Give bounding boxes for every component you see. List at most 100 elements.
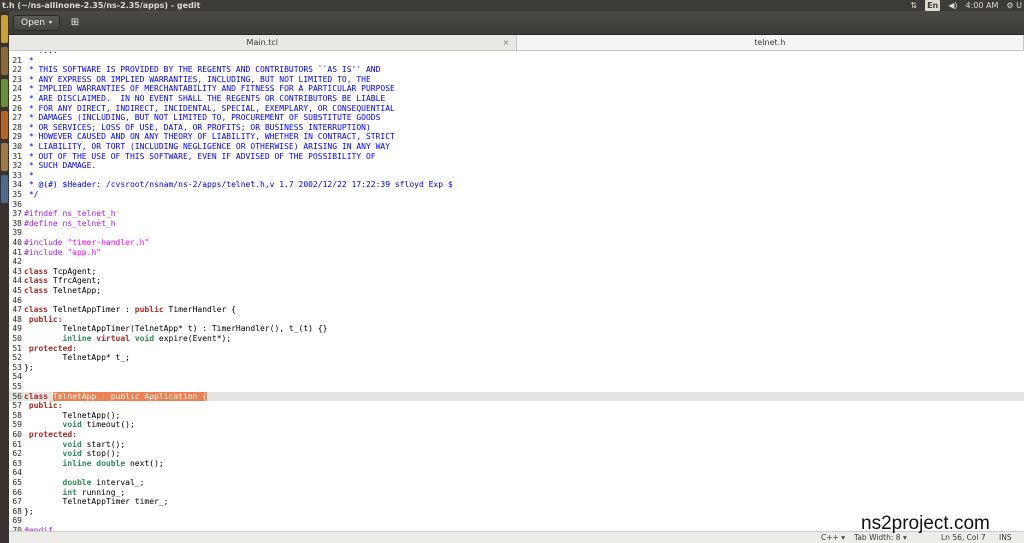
code-line[interactable]: 48 public: [9,315,1024,325]
code-line[interactable]: 44 class TfrcAgent; [9,276,1024,286]
code-token: interval_; [91,478,145,487]
code-token: * LIABILITY, OR TORT (INCLUDING NEGLIGEN… [24,142,391,151]
line-number: 60 [12,430,22,439]
code-token: * @(#) $Header: /cvsroot/nsnam/ns-2/apps… [24,180,453,190]
code-line[interactable]: 26 * FOR ANY DIRECT, INDIRECT, INCIDENTA… [9,104,1024,114]
line-code: public: [24,315,63,324]
code-line[interactable]: 57 public: [9,401,1024,411]
code-line[interactable]: 35 */ [9,190,1024,200]
code-line[interactable]: 39 [9,228,1024,238]
line-code: inline virtual void expire(Event*); [24,334,232,343]
launcher-app-icon[interactable] [1,111,8,139]
code-line[interactable]: 66 int running_; [9,488,1024,498]
code-line[interactable]: 61 void start(); [9,440,1024,450]
tab-telnet-h[interactable]: telnet.h [516,35,1024,50]
code-line[interactable]: 56 class TelnetApp : public Application { [9,391,1024,402]
code-token: next(); [125,458,164,468]
code-line[interactable]: 36 [9,200,1024,210]
code-line[interactable]: 30 * LIABILITY, OR TORT (INCLUDING NEGLI… [9,142,1024,152]
launcher-app-icon[interactable] [1,175,8,203]
user-menu[interactable]: ⚙ U [1006,0,1022,11]
code-line[interactable]: 43 class TcpAgent; [9,267,1024,277]
open-button-label: Open [21,18,46,28]
code-editor[interactable]: * ....21 *22 * THIS SOFTWARE IS PROVIDED… [9,51,1024,531]
launcher-app-icon[interactable] [1,47,8,75]
code-token: * OR SERVICES; LOSS OF USE, DATA, OR PRO… [24,122,371,132]
code-token: running_; [76,487,126,497]
code-line[interactable]: 28 * OR SERVICES; LOSS OF USE, DATA, OR … [9,123,1024,133]
line-number: 45 [12,286,22,295]
code-token: * [24,170,34,180]
code-line[interactable]: 22 * THIS SOFTWARE IS PROVIDED BY THE RE… [9,65,1024,75]
code-line[interactable]: 50 inline virtual void expire(Event*); [9,334,1024,344]
close-icon[interactable]: × [503,35,510,51]
code-token: protected: [24,430,77,439]
document-tabs: Main.tcl × telnet.h [9,35,1024,51]
line-code: * DAMAGES (INCLUDING, BUT NOT LIMITED TO… [24,113,381,122]
code-token: void [134,334,155,343]
launcher-app-icon[interactable] [1,79,8,107]
line-code: class TelnetApp : public Application { [24,391,208,401]
code-line[interactable]: 47 class TelnetAppTimer : public TimerHan… [9,305,1024,315]
volume-icon[interactable]: ◀) [948,0,957,11]
line-code: * .... [24,51,58,55]
line-code: * ARE DISCLAIMED. IN NO EVENT SHALL THE … [24,94,385,103]
code-line[interactable]: 54 [9,372,1024,382]
code-token: protected: [24,343,77,353]
code-token: TelnetApp(); [24,410,121,420]
language-selector[interactable]: C++ ▾ [821,532,845,543]
open-button[interactable]: Open ▾ [13,15,61,31]
new-document-icon[interactable]: ⊞ [65,15,85,31]
code-line[interactable]: 59 void timeout(); [9,420,1024,430]
tab-main-tcl[interactable]: Main.tcl × [9,35,517,50]
code-line[interactable]: 27 * DAMAGES (INCLUDING, BUT NOT LIMITED… [9,113,1024,123]
code-token: class [24,305,49,315]
code-line[interactable]: 62 void stop(); [9,449,1024,459]
keyboard-layout-indicator[interactable]: En [925,0,941,11]
code-line[interactable]: 21 * [9,56,1024,66]
code-line[interactable]: 25 * ARE DISCLAIMED. IN NO EVENT SHALL T… [9,94,1024,104]
code-line[interactable]: 63 inline double next(); [9,459,1024,469]
line-code: * [24,56,34,65]
code-line[interactable]: 65 double interval_; [9,478,1024,488]
code-line[interactable]: 51 protected: [9,344,1024,354]
code-line[interactable]: 49 TelnetAppTimer(TelnetApp* t) : TimerH… [9,324,1024,334]
code-line[interactable]: 42 [9,257,1024,267]
line-number: 48 [12,314,22,324]
code-line[interactable]: 52 TelnetApp* t_; [9,353,1024,363]
launcher-app-icon[interactable] [1,15,8,43]
code-line[interactable]: 34 * @(#) $Header: /cvsroot/nsnam/ns-2/a… [9,180,1024,190]
code-line[interactable]: 64 [9,468,1024,478]
code-line[interactable]: 53}; [9,363,1024,373]
code-line[interactable]: 55 [9,382,1024,392]
toolbar: Open ▾ ⊞ [9,11,1024,35]
code-line[interactable]: 33 * [9,171,1024,181]
code-line[interactable]: 67 TelnetAppTimer timer_; [9,497,1024,507]
code-line[interactable]: 45 class TelnetApp; [9,286,1024,296]
code-line[interactable]: 60 protected: [9,430,1024,440]
code-line[interactable]: 31 * OUT OF THE USE OF THIS SOFTWARE, EV… [9,152,1024,162]
clock[interactable]: 4:00 AM [966,0,999,11]
code-line[interactable]: 58 TelnetApp(); [9,411,1024,421]
line-code: * LIABILITY, OR TORT (INCLUDING NEGLIGEN… [24,142,390,151]
code-line[interactable]: 32 * SUCH DAMAGE. [9,161,1024,171]
code-line[interactable]: 41 #include "app.h" [9,248,1024,258]
code-token: * ARE DISCLAIMED. IN NO EVENT SHALL THE … [24,94,386,103]
code-line[interactable]: 46 [9,296,1024,306]
line-number: 68 [12,506,22,516]
launcher-app-icon[interactable] [1,143,8,171]
code-line[interactable]: 29 * HOWEVER CAUSED AND ON ANY THEORY OF… [9,132,1024,142]
code-token: #include [24,247,68,257]
code-token: start(); [81,439,126,449]
code-line[interactable]: 24 * IMPLIED WARRANTIES OF MERCHANTABILI… [9,84,1024,94]
line-number: 41 [12,247,22,257]
code-line[interactable]: 23 * ANY EXPRESS OR IMPLIED WARRANTIES, … [9,75,1024,85]
network-icon[interactable]: ⇅ [910,0,917,11]
code-line[interactable]: 37 #ifndef ns_telnet_h [9,209,1024,219]
code-line[interactable]: 40 #include "timer-handler.h" [9,238,1024,248]
code-line[interactable]: 38 #define ns_telnet_h [9,219,1024,229]
code-token: class [24,266,49,276]
